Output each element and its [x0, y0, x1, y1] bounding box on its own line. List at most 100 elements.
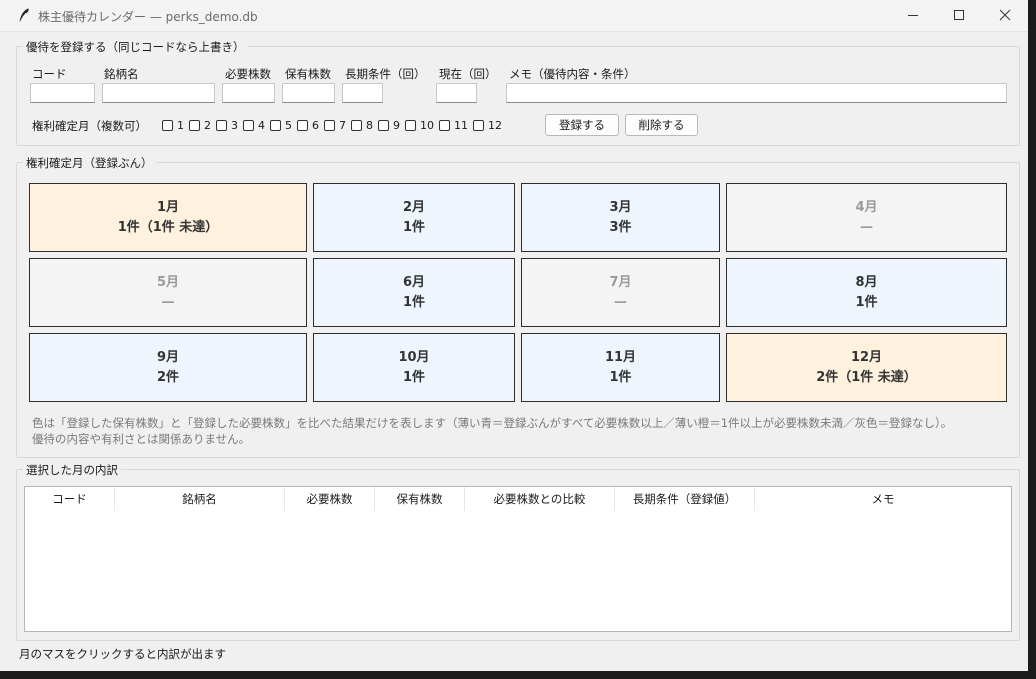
month-cell-12[interactable]: 12月 2件（1件 未達）	[726, 333, 1007, 402]
app-window: 株主優待カレンダー — perks_demo.db 優待を登録する（同じコードな…	[0, 0, 1028, 671]
month-checkbox-3[interactable]: 3	[216, 119, 242, 132]
month-checkboxes: 1 2 3 4 5 6 7 8 9 10 11 12	[162, 116, 507, 134]
checkbox-box[interactable]	[405, 119, 416, 131]
month-checkbox-5[interactable]: 5	[270, 119, 296, 132]
month-checkbox-9[interactable]: 9	[378, 119, 404, 132]
month-cell-6[interactable]: 6月 1件	[313, 258, 515, 327]
detail-table[interactable]: コード 銘柄名 必要株数 保有株数 必要株数との比較 長期条件（登録値） メモ	[24, 486, 1012, 632]
column-header-held[interactable]: 保有株数	[375, 487, 465, 511]
month-name: 12月	[850, 349, 883, 365]
maximize-button[interactable]	[936, 0, 982, 31]
month-name: 10月	[398, 349, 430, 365]
checkbox-box[interactable]	[189, 119, 200, 131]
minimize-icon	[908, 15, 918, 16]
month-checkbox-2[interactable]: 2	[189, 119, 215, 132]
color-legend-note-2: 優待の内容や有利さとは関係ありません。	[32, 432, 251, 446]
checkbox-label: 12	[488, 118, 502, 132]
checkbox-label: 11	[454, 118, 468, 132]
month-count: —	[860, 219, 873, 235]
current-input[interactable]	[436, 83, 477, 103]
checkbox-label: 4	[258, 118, 265, 132]
month-cell-11[interactable]: 11月 1件	[521, 333, 720, 402]
close-button[interactable]	[982, 0, 1028, 31]
month-cell-5[interactable]: 5月 —	[29, 258, 307, 327]
month-cell-2[interactable]: 2月 1件	[313, 183, 515, 252]
month-name: 7月	[609, 274, 632, 290]
memo-input[interactable]	[506, 83, 1007, 103]
month-checkbox-1[interactable]: 1	[162, 119, 188, 132]
window-title: 株主優待カレンダー — perks_demo.db	[38, 10, 258, 24]
checkbox-box[interactable]	[439, 119, 450, 131]
month-name: 2月	[402, 199, 426, 215]
month-count: 1件	[855, 294, 878, 310]
current-label: 現在（回）	[439, 67, 497, 81]
month-name: 6月	[402, 274, 426, 290]
checkbox-box[interactable]	[216, 119, 227, 131]
month-name: 1月	[156, 199, 180, 215]
month-checkbox-11[interactable]: 11	[439, 119, 472, 132]
maximize-icon	[954, 10, 964, 20]
checkbox-box[interactable]	[270, 119, 281, 131]
checkbox-box[interactable]	[162, 119, 173, 131]
month-name: 9月	[156, 349, 180, 365]
title-bar: 株主優待カレンダー — perks_demo.db	[0, 0, 1028, 32]
month-count: 1件	[402, 219, 426, 235]
month-name: 8月	[855, 274, 878, 290]
month-cell-4[interactable]: 4月 —	[726, 183, 1007, 252]
detail-group-title: 選択した月の内訳	[23, 462, 121, 478]
checkbox-box[interactable]	[473, 119, 484, 131]
name-input[interactable]	[102, 83, 215, 103]
month-cell-9[interactable]: 9月 2件	[29, 333, 307, 402]
required-shares-input[interactable]	[222, 83, 275, 103]
month-checkbox-12[interactable]: 12	[473, 119, 506, 132]
month-cell-7[interactable]: 7月 —	[521, 258, 720, 327]
month-checkbox-4[interactable]: 4	[243, 119, 269, 132]
month-checkbox-7[interactable]: 7	[324, 119, 350, 132]
minimize-button[interactable]	[890, 0, 936, 31]
checkbox-label: 8	[366, 118, 373, 132]
column-header-comparison[interactable]: 必要株数との比較	[465, 487, 615, 511]
column-header-memo[interactable]: メモ	[755, 487, 1011, 511]
long-term-label: 長期条件（回）	[345, 67, 426, 81]
month-count: —	[161, 294, 175, 310]
held-shares-input[interactable]	[282, 83, 335, 103]
column-header-required[interactable]: 必要株数	[285, 487, 375, 511]
column-header-long-term[interactable]: 長期条件（登録値）	[615, 487, 755, 511]
checkbox-box[interactable]	[378, 119, 389, 131]
checkbox-box[interactable]	[297, 119, 308, 131]
checkbox-label: 1	[177, 118, 184, 132]
status-bar: 月のマスをクリックすると内訳が出ます	[19, 647, 226, 661]
month-count: 2件（1件 未達）	[816, 369, 917, 385]
month-cell-8[interactable]: 8月 1件	[726, 258, 1007, 327]
memo-label: メモ（優待内容・条件）	[509, 67, 636, 81]
checkbox-label: 5	[285, 118, 292, 132]
name-label: 銘柄名	[104, 67, 139, 81]
long-term-input[interactable]	[342, 83, 383, 103]
checkbox-label: 10	[420, 118, 434, 132]
code-label: コード	[32, 67, 67, 81]
checkbox-box[interactable]	[243, 119, 254, 131]
month-name: 11月	[604, 349, 637, 365]
calendar-group-title: 権利確定月（登録ぶん）	[23, 155, 156, 171]
register-button[interactable]: 登録する	[545, 114, 619, 136]
column-header-name[interactable]: 銘柄名	[115, 487, 285, 511]
feather-icon	[19, 8, 29, 22]
delete-button[interactable]: 削除する	[625, 114, 698, 136]
column-header-code[interactable]: コード	[25, 487, 115, 511]
month-cell-1[interactable]: 1月 1件（1件 未達）	[29, 183, 307, 252]
checkbox-label: 2	[204, 118, 211, 132]
month-cell-3[interactable]: 3月 3件	[521, 183, 720, 252]
month-count: 1件	[402, 369, 426, 385]
checkbox-box[interactable]	[351, 119, 362, 131]
month-checkbox-8[interactable]: 8	[351, 119, 377, 132]
month-count: 2件	[156, 369, 180, 385]
month-cell-10[interactable]: 10月 1件	[313, 333, 515, 402]
month-name: 5月	[156, 274, 180, 290]
month-count: —	[614, 294, 627, 310]
month-checkbox-6[interactable]: 6	[297, 119, 323, 132]
checkbox-box[interactable]	[324, 119, 335, 131]
held-shares-label: 保有株数	[285, 67, 331, 81]
code-input[interactable]	[30, 83, 95, 103]
required-shares-label: 必要株数	[225, 67, 271, 81]
month-checkbox-10[interactable]: 10	[405, 119, 438, 132]
